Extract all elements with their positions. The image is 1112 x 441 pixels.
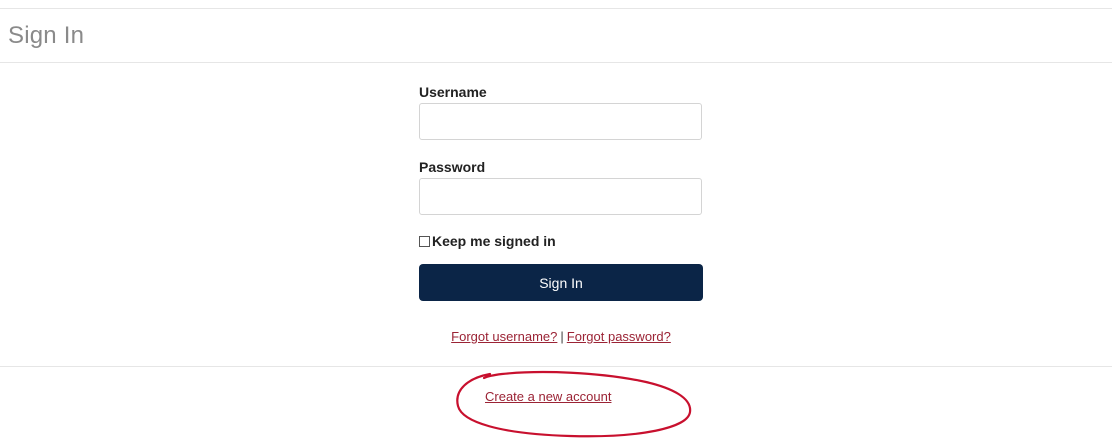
top-divider (0, 8, 1112, 9)
keep-signed-in-checkbox[interactable] (419, 235, 430, 247)
username-input[interactable] (419, 103, 702, 140)
keep-signed-in-row: Keep me signed in (419, 233, 556, 249)
keep-signed-in-label[interactable]: Keep me signed in (432, 233, 556, 249)
forgot-links-row: Forgot username? | Forgot password? (419, 329, 703, 344)
forgot-password-link[interactable]: Forgot password? (567, 329, 671, 344)
password-label: Password (419, 159, 486, 175)
bottom-divider (0, 366, 1112, 367)
page-title: Sign In (8, 22, 85, 49)
title-divider (0, 62, 1112, 63)
create-account-link[interactable]: Create a new account (485, 389, 611, 404)
sign-in-button[interactable]: Sign In (419, 264, 703, 301)
password-input[interactable] (419, 178, 702, 215)
links-separator: | (560, 329, 564, 344)
forgot-username-link[interactable]: Forgot username? (451, 329, 557, 344)
username-label: Username (419, 84, 487, 100)
